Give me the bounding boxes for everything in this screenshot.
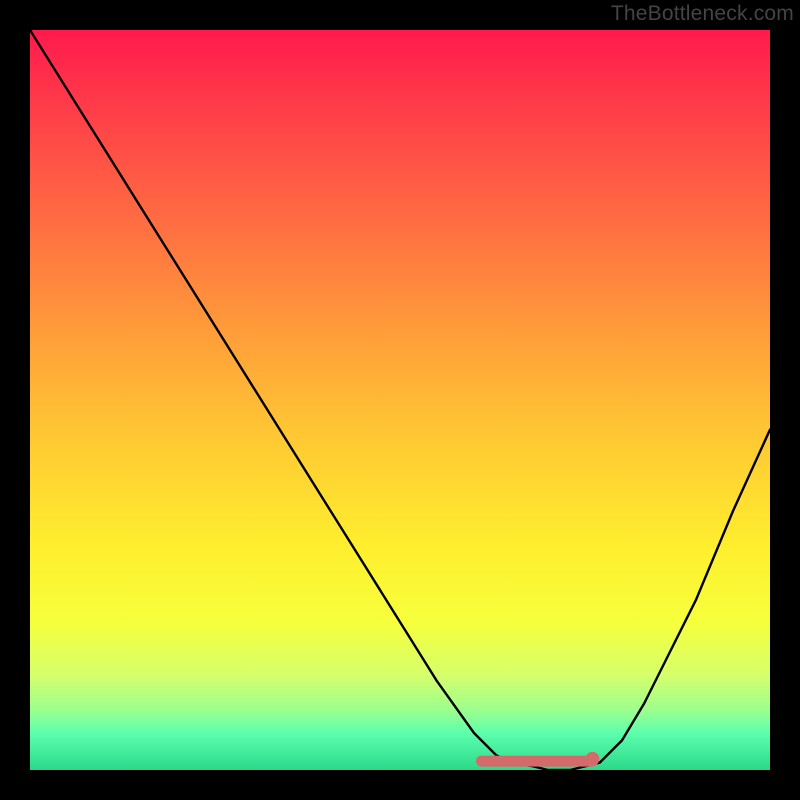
minimum-end-dot xyxy=(585,752,599,766)
watermark-label: TheBottleneck.com xyxy=(611,2,794,26)
chart-frame: TheBottleneck.com xyxy=(0,0,800,800)
bottleneck-curve xyxy=(30,30,770,770)
plot-area xyxy=(30,30,770,770)
chart-svg xyxy=(30,30,770,770)
